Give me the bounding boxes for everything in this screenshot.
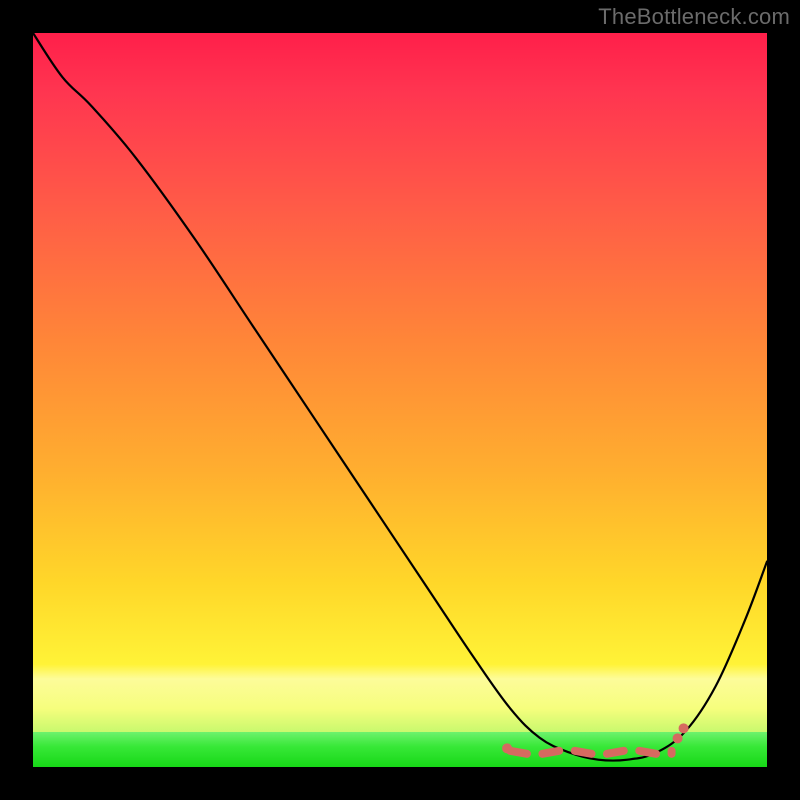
plot-area — [33, 33, 767, 767]
bottleneck-curve — [33, 33, 767, 767]
curve-line — [33, 33, 767, 761]
chart-frame: TheBottleneck.com — [0, 0, 800, 800]
attribution-label: TheBottleneck.com — [598, 4, 790, 30]
